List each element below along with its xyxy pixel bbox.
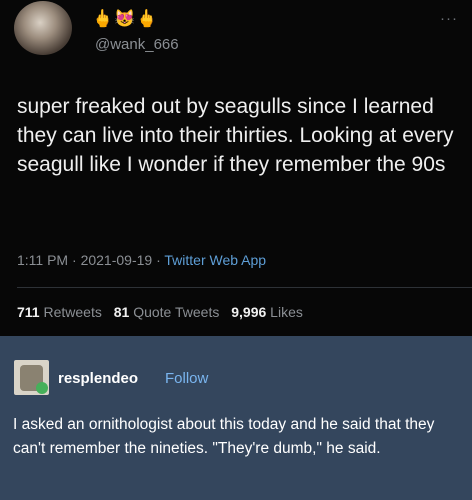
likes-stat[interactable]: 9,996 Likes [231, 304, 303, 320]
tweet-handle[interactable]: @wank_666 [95, 36, 179, 53]
meta-separator: · [156, 252, 161, 268]
retweets-count: 711 [17, 304, 40, 320]
quote-tweets-stat[interactable]: 81 Quote Tweets [114, 304, 220, 320]
emoji-name: 🖕😻🖕 [92, 9, 159, 28]
likes-label: Likes [270, 304, 303, 320]
follow-button[interactable]: Follow [165, 370, 208, 387]
tweet-card: 🖕😻🖕 @wank_666 ··· super freaked out by s… [0, 0, 472, 336]
quotes-count: 81 [113, 304, 130, 320]
reply-avatar[interactable] [14, 360, 49, 395]
avatar-badge-icon [36, 382, 48, 394]
more-options-icon[interactable]: ··· [440, 10, 458, 27]
stats-divider [17, 287, 472, 288]
tweet-stats: 711 Retweets 81 Quote Tweets 9,996 Likes [17, 304, 303, 320]
reply-username[interactable]: resplendeo [58, 370, 138, 387]
tweet-meta: 1:11 PM · 2021-09-19 · Twitter Web App [17, 252, 266, 268]
tweet-app-link[interactable]: Twitter Web App [164, 252, 266, 268]
tweet-time[interactable]: 1:11 PM [17, 252, 68, 268]
tweet-text: super freaked out by seagulls since I le… [17, 95, 454, 176]
quotes-label: Quote Tweets [133, 304, 220, 320]
tweet-date[interactable]: 2021-09-19 [81, 252, 153, 268]
retweets-stat[interactable]: 711 Retweets [17, 304, 102, 320]
reply-text: I asked an ornithologist about this toda… [13, 416, 435, 457]
tweet-avatar[interactable] [14, 1, 72, 55]
retweets-label: Retweets [43, 304, 102, 320]
meta-separator: · [72, 252, 77, 268]
likes-count: 9,996 [231, 304, 267, 320]
